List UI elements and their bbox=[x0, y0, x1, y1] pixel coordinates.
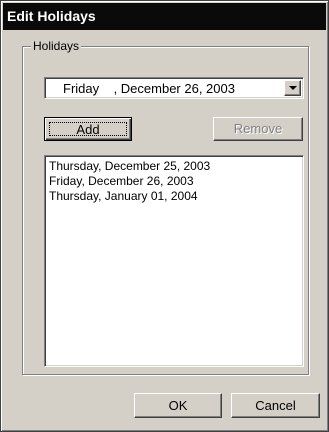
holiday-list[interactable]: Thursday, December 25, 2003 Friday, Dece… bbox=[44, 155, 304, 367]
remove-button[interactable]: Remove bbox=[213, 117, 303, 141]
list-item[interactable]: Thursday, January 01, 2004 bbox=[49, 189, 299, 204]
list-item[interactable]: Friday, December 26, 2003 bbox=[49, 174, 299, 189]
list-item[interactable]: Thursday, December 25, 2003 bbox=[49, 159, 299, 174]
cancel-button[interactable]: Cancel bbox=[231, 393, 320, 418]
holiday-date-value[interactable]: Friday , December 26, 2003 bbox=[63, 81, 235, 96]
add-button-label: Add bbox=[76, 122, 100, 137]
edit-holidays-dialog: Edit Holidays Holidays Friday , December… bbox=[0, 0, 329, 432]
date-dropdown-button[interactable] bbox=[284, 80, 301, 96]
dialog-title: Edit Holidays bbox=[3, 3, 326, 30]
holidays-group-label: Holidays bbox=[31, 39, 82, 53]
ok-button[interactable]: OK bbox=[134, 393, 222, 418]
add-button[interactable]: Add bbox=[44, 117, 132, 141]
holiday-date-picker[interactable]: Friday , December 26, 2003 bbox=[44, 77, 304, 99]
chevron-down-icon bbox=[289, 86, 297, 90]
